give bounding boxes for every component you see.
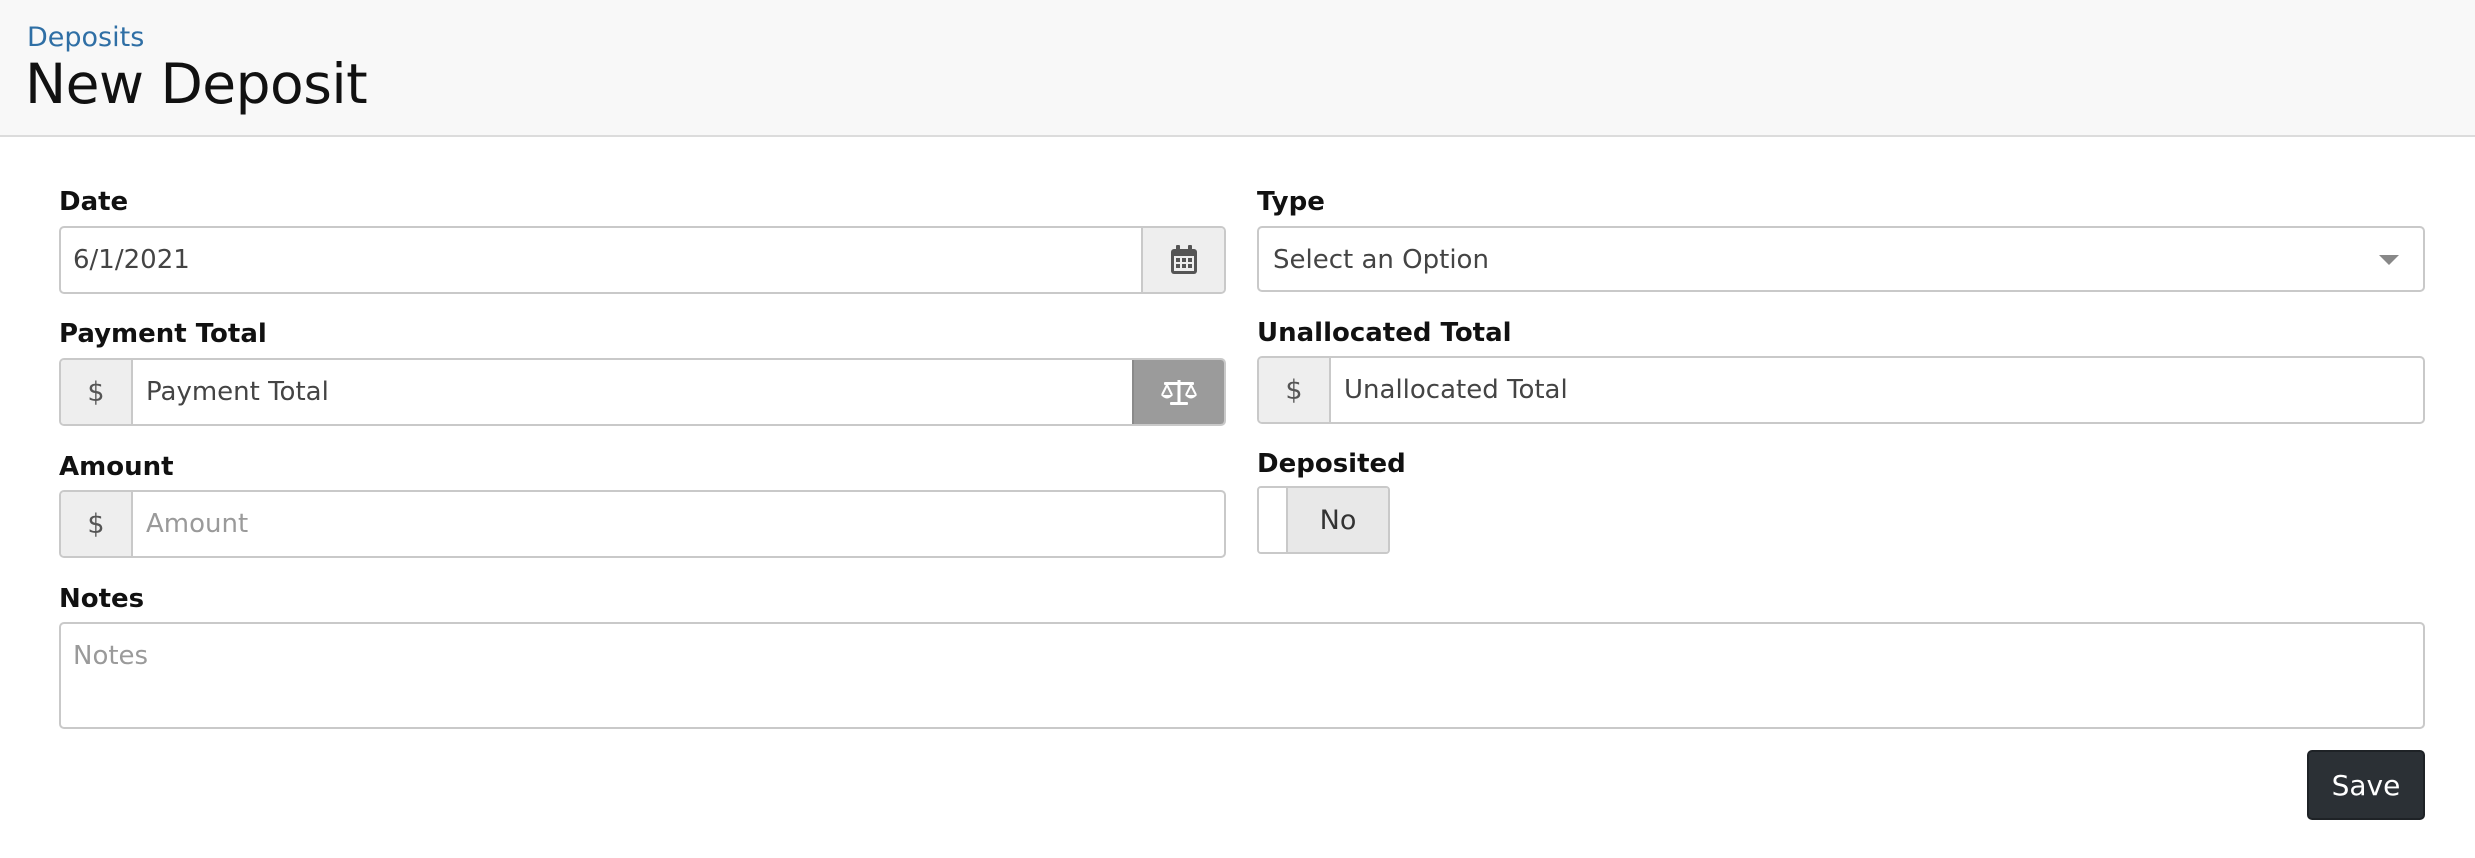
payment-total-input[interactable]: Payment Total: [146, 377, 329, 407]
deposited-label: Deposited: [1257, 449, 1406, 479]
date-input-value[interactable]: 6/1/2021: [73, 245, 190, 275]
unallocated-total-currency-addon: $: [1259, 358, 1331, 422]
payment-total-currency-addon: $: [61, 360, 133, 424]
calendar-icon: [1170, 245, 1197, 274]
amount-input-placeholder[interactable]: Amount: [146, 509, 248, 539]
unallocated-total-field[interactable]: $ Unallocated Total: [1257, 356, 2425, 424]
deposited-toggle[interactable]: No: [1257, 486, 1390, 554]
amount-label: Amount: [59, 452, 174, 482]
deposited-state-label: No: [1288, 488, 1388, 552]
date-picker-button[interactable]: [1141, 228, 1224, 292]
page-title: New Deposit: [25, 52, 368, 116]
caret-down-icon: [2379, 255, 2399, 265]
type-label: Type: [1257, 187, 1325, 217]
payment-total-field[interactable]: $ Payment Total: [59, 358, 1226, 426]
notes-textarea[interactable]: Notes: [59, 622, 2425, 729]
type-select[interactable]: Select an Option: [1257, 226, 2425, 292]
page-header: Deposits New Deposit: [0, 0, 2475, 137]
amount-currency-addon: $: [61, 492, 133, 556]
date-label: Date: [59, 187, 129, 217]
toggle-knob[interactable]: [1259, 488, 1288, 552]
balance-scale-icon: [1161, 380, 1197, 405]
unallocated-total-input[interactable]: Unallocated Total: [1344, 375, 1568, 405]
notes-placeholder: Notes: [73, 641, 149, 671]
save-button[interactable]: Save: [2307, 750, 2425, 820]
date-field[interactable]: 6/1/2021: [59, 226, 1226, 294]
type-selected-value: Select an Option: [1273, 245, 1489, 275]
payment-total-label: Payment Total: [59, 319, 267, 349]
balance-button[interactable]: [1132, 360, 1224, 424]
notes-label: Notes: [59, 584, 145, 614]
amount-field[interactable]: $ Amount: [59, 490, 1226, 558]
unallocated-total-label: Unallocated Total: [1257, 318, 1512, 348]
